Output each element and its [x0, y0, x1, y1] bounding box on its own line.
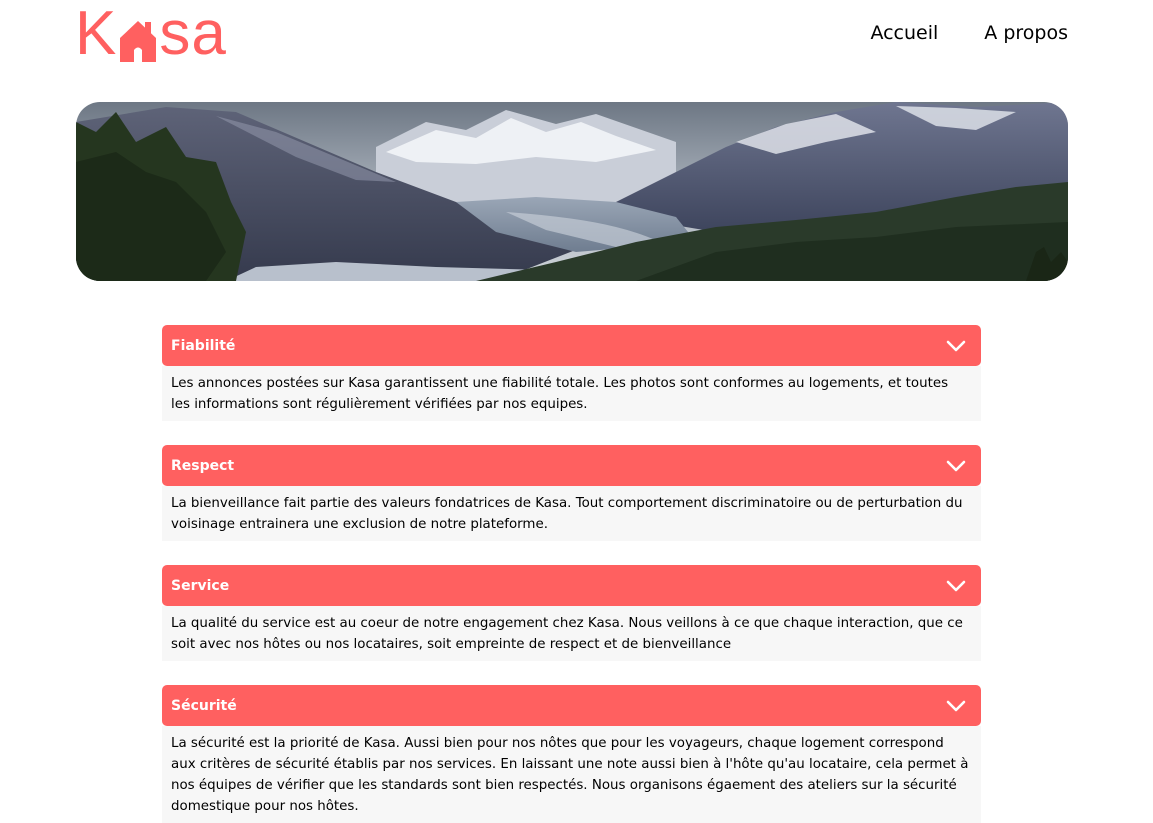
accordion-item: Respect La bienveillance fait partie des…: [162, 445, 981, 541]
accordion-item: Sécurité La sécurité est la priorité de …: [162, 685, 981, 823]
mountain-landscape: [76, 102, 1068, 281]
accordion-header-service[interactable]: Service: [162, 565, 981, 606]
accordion-item: Fiabilité Les annonces postées sur Kasa …: [162, 325, 981, 421]
banner-image: [76, 102, 1068, 281]
main-nav: Accueil A propos: [870, 22, 1068, 44]
chevron-down-icon[interactable]: [946, 579, 966, 593]
kasa-logo[interactable]: K sa: [75, 0, 227, 68]
nav-link-accueil[interactable]: Accueil: [870, 22, 938, 44]
logo-letters-sa: sa: [159, 0, 227, 68]
nav-link-a-propos[interactable]: A propos: [984, 22, 1068, 44]
accordion-item: Service La qualité du service est au coe…: [162, 565, 981, 661]
accordion-header-fiabilite[interactable]: Fiabilité: [162, 325, 981, 366]
chevron-down-icon[interactable]: [946, 699, 966, 713]
values-accordion: Fiabilité Les annonces postées sur Kasa …: [162, 325, 981, 823]
accordion-title: Sécurité: [171, 697, 237, 714]
logo-letter-k: K: [75, 0, 118, 68]
accordion-title: Fiabilité: [171, 337, 236, 354]
accordion-body: Les annonces postées sur Kasa garantisse…: [162, 366, 981, 421]
accordion-title: Service: [171, 577, 230, 594]
house-icon: [120, 21, 157, 62]
chevron-down-icon[interactable]: [946, 459, 966, 473]
accordion-body: La bienveillance fait partie des valeurs…: [162, 486, 981, 541]
accordion-body: La sécurité est la priorité de Kasa. Aus…: [162, 726, 981, 823]
accordion-header-respect[interactable]: Respect: [162, 445, 981, 486]
chevron-down-icon[interactable]: [946, 339, 966, 353]
accordion-header-securite[interactable]: Sécurité: [162, 685, 981, 726]
accordion-body: La qualité du service est au coeur de no…: [162, 606, 981, 661]
accordion-title: Respect: [171, 457, 235, 474]
